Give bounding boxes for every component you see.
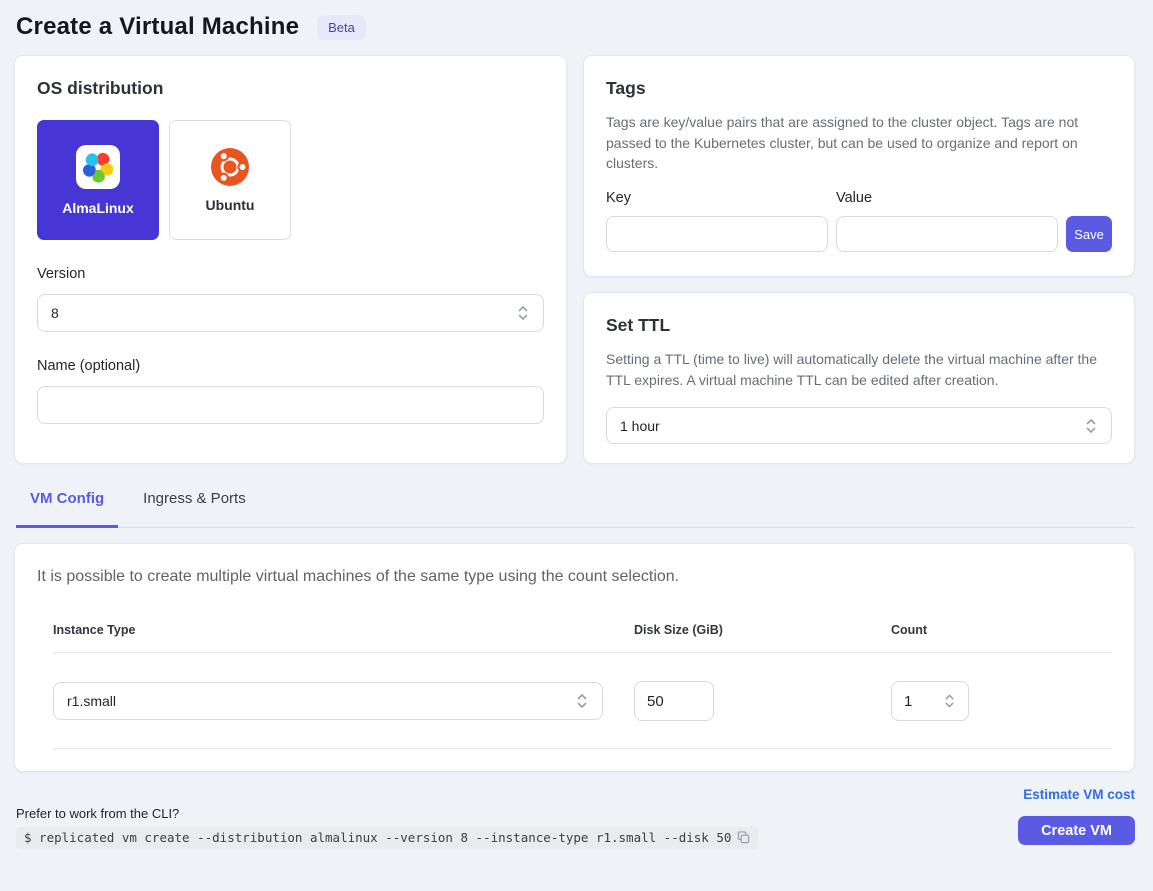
ttl-select[interactable]: 1 hour — [606, 407, 1112, 444]
almalinux-logo-icon — [76, 145, 120, 189]
tab-bar: VM Config Ingress & Ports — [16, 488, 1135, 528]
vm-table-row: r1.small 1 — [53, 653, 1112, 749]
disk-size-input[interactable] — [634, 681, 714, 721]
ubuntu-logo-icon — [211, 148, 249, 186]
version-select[interactable]: 8 — [37, 294, 544, 332]
tab-ingress-ports[interactable]: Ingress & Ports — [129, 488, 260, 528]
estimate-vm-cost-link[interactable]: Estimate VM cost — [1023, 787, 1135, 802]
os-option-almalinux[interactable]: AlmaLinux — [37, 120, 159, 240]
ttl-select-value: 1 hour — [620, 418, 660, 434]
chevron-up-down-icon — [1084, 417, 1098, 435]
tags-description: Tags are key/value pairs that are assign… — [606, 112, 1112, 174]
vm-table: Instance Type Disk Size (GiB) Count r1.s… — [53, 623, 1112, 749]
os-option-label: Ubuntu — [206, 197, 255, 213]
column-count: Count — [891, 623, 1112, 652]
vm-config-card: It is possible to create multiple virtua… — [14, 543, 1135, 772]
footer-actions: Estimate VM cost Create VM — [1018, 787, 1135, 849]
count-value: 1 — [904, 693, 912, 710]
version-label: Version — [37, 266, 544, 282]
count-stepper[interactable]: 1 — [891, 681, 969, 721]
cli-prompt: Prefer to work from the CLI? — [16, 806, 758, 821]
create-vm-button[interactable]: Create VM — [1018, 816, 1135, 845]
page-footer: Prefer to work from the CLI? $ replicate… — [16, 787, 1135, 849]
save-tag-button[interactable]: Save — [1066, 216, 1112, 252]
page-title: Create a Virtual Machine — [16, 13, 299, 41]
name-label: Name (optional) — [37, 358, 544, 374]
os-distribution-card: OS distribution AlmaLinux — [14, 55, 567, 464]
tag-value-input[interactable] — [836, 216, 1058, 252]
os-distribution-heading: OS distribution — [37, 78, 544, 99]
tag-key-field: Key — [606, 190, 828, 252]
almalinux-pinwheel — [81, 151, 115, 183]
chevron-up-down-icon — [943, 692, 956, 710]
set-ttl-description: Setting a TTL (time to live) will automa… — [606, 349, 1112, 390]
tags-heading: Tags — [606, 78, 1112, 99]
cli-command-text: $ replicated vm create --distribution al… — [24, 830, 731, 845]
chevron-up-down-icon — [575, 692, 589, 710]
right-column: Tags Tags are key/value pairs that are a… — [583, 55, 1135, 464]
vm-table-header: Instance Type Disk Size (GiB) Count — [53, 623, 1112, 653]
instance-type-select[interactable]: r1.small — [53, 682, 603, 720]
vm-config-description: It is possible to create multiple virtua… — [37, 568, 1112, 586]
instance-type-value: r1.small — [67, 693, 116, 709]
column-instance-type: Instance Type — [53, 623, 634, 652]
copy-icon[interactable] — [737, 831, 750, 844]
tab-vm-config[interactable]: VM Config — [16, 488, 118, 528]
os-tiles: AlmaLinux — [37, 120, 544, 240]
tags-card: Tags Tags are key/value pairs that are a… — [583, 55, 1135, 277]
tag-value-label: Value — [836, 190, 1058, 206]
os-option-label: AlmaLinux — [62, 200, 134, 216]
tag-form: Key Value Save — [606, 190, 1112, 252]
version-select-value: 8 — [51, 305, 59, 321]
column-disk-size: Disk Size (GiB) — [634, 623, 891, 652]
tag-value-field: Value — [836, 190, 1058, 252]
tag-key-input[interactable] — [606, 216, 828, 252]
top-grid: OS distribution AlmaLinux — [14, 55, 1135, 464]
chevron-up-down-icon — [516, 304, 530, 322]
os-option-ubuntu[interactable]: Ubuntu — [169, 120, 291, 240]
cli-command-block: $ replicated vm create --distribution al… — [16, 827, 758, 849]
cli-section: Prefer to work from the CLI? $ replicate… — [16, 806, 758, 849]
tag-key-label: Key — [606, 190, 828, 206]
page-header: Create a Virtual Machine Beta — [0, 0, 1153, 55]
set-ttl-heading: Set TTL — [606, 315, 1112, 336]
name-input[interactable] — [37, 386, 544, 424]
beta-badge: Beta — [317, 15, 366, 40]
set-ttl-card: Set TTL Setting a TTL (time to live) wil… — [583, 292, 1135, 464]
